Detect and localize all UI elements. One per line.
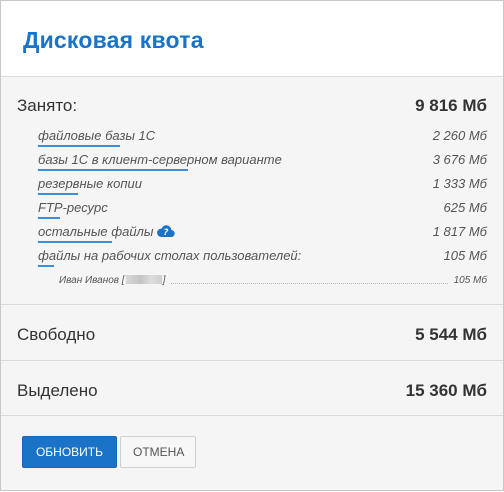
disk-quota-panel: Дисковая квота Занято: 9 816 Мб файловые… (0, 0, 504, 491)
free-section: Свободно 5 544 Мб (1, 305, 503, 361)
user-desktop-row: Иван Иванов [] 105 Мб (59, 272, 487, 288)
underline (38, 169, 188, 171)
cloud-help-icon[interactable]: ? (156, 224, 176, 238)
user-name: Иван Иванов [] (59, 274, 166, 286)
underline (38, 193, 78, 195)
backups-link[interactable]: резервные копии (38, 176, 142, 195)
other-files-value: 1 817 Мб (432, 224, 487, 239)
other-files-link[interactable]: остальные файлы (38, 224, 153, 243)
breakdown-row-other-files: остальные файлы ? 1 817 Мб (38, 224, 487, 248)
dotted-leader (171, 277, 448, 284)
client-server-bases-value: 3 676 Мб (432, 152, 487, 167)
used-section: Занято: 9 816 Мб файловые базы 1С 2 260 … (1, 77, 503, 305)
cancel-button[interactable]: ОТМЕНА (120, 436, 196, 468)
client-server-bases-link[interactable]: базы 1С в клиент-серверном варианте (38, 152, 282, 171)
allocated-section: Выделено 15 360 Мб (1, 361, 503, 416)
panel-footer: ОБНОВИТЬ ОТМЕНА (1, 416, 503, 492)
backups-value: 1 333 Мб (432, 176, 487, 191)
breakdown-row-file-bases: файловые базы 1С 2 260 Мб (38, 128, 487, 152)
used-value: 9 816 Мб (415, 96, 487, 115)
allocated-row: Выделено 15 360 Мб (17, 381, 487, 401)
allocated-value: 15 360 Мб (405, 381, 487, 400)
panel-header: Дисковая квота (1, 1, 503, 77)
file-bases-value: 2 260 Мб (432, 128, 487, 143)
file-bases-link[interactable]: файловые базы 1С (38, 128, 155, 147)
svg-text:?: ? (164, 228, 169, 238)
breakdown-row-desktop-files: файлы на рабочих столах пользователей: 1… (38, 248, 487, 272)
breakdown-row-client-server: базы 1С в клиент-серверном варианте 3 67… (38, 152, 487, 176)
breakdown-row-backups: резервные копии 1 333 Мб (38, 176, 487, 200)
underline (38, 217, 60, 219)
used-label: Занято: (17, 96, 78, 115)
free-row: Свободно 5 544 Мб (17, 325, 487, 345)
refresh-button[interactable]: ОБНОВИТЬ (22, 436, 117, 468)
underline (38, 145, 120, 147)
used-breakdown: файловые базы 1С 2 260 Мб базы 1С в клие… (38, 128, 487, 288)
used-summary-row: Занято: 9 816 Мб (17, 96, 487, 116)
breakdown-row-ftp: FTP-ресурс 625 Мб (38, 200, 487, 224)
page-title: Дисковая квота (23, 27, 204, 53)
user-desktop-value: 105 Мб (453, 274, 487, 286)
free-label: Свободно (17, 325, 96, 344)
desktop-files-value: 105 Мб (443, 248, 487, 263)
ftp-resource-value: 625 Мб (443, 200, 487, 215)
free-value: 5 544 Мб (415, 325, 487, 344)
ftp-resource-link[interactable]: FTP-ресурс (38, 200, 108, 219)
underline (38, 241, 112, 243)
underline (38, 265, 54, 267)
redacted-login (125, 274, 162, 284)
allocated-label: Выделено (17, 381, 98, 400)
desktop-files-label: файлы на рабочих столах пользователей: (38, 248, 301, 267)
